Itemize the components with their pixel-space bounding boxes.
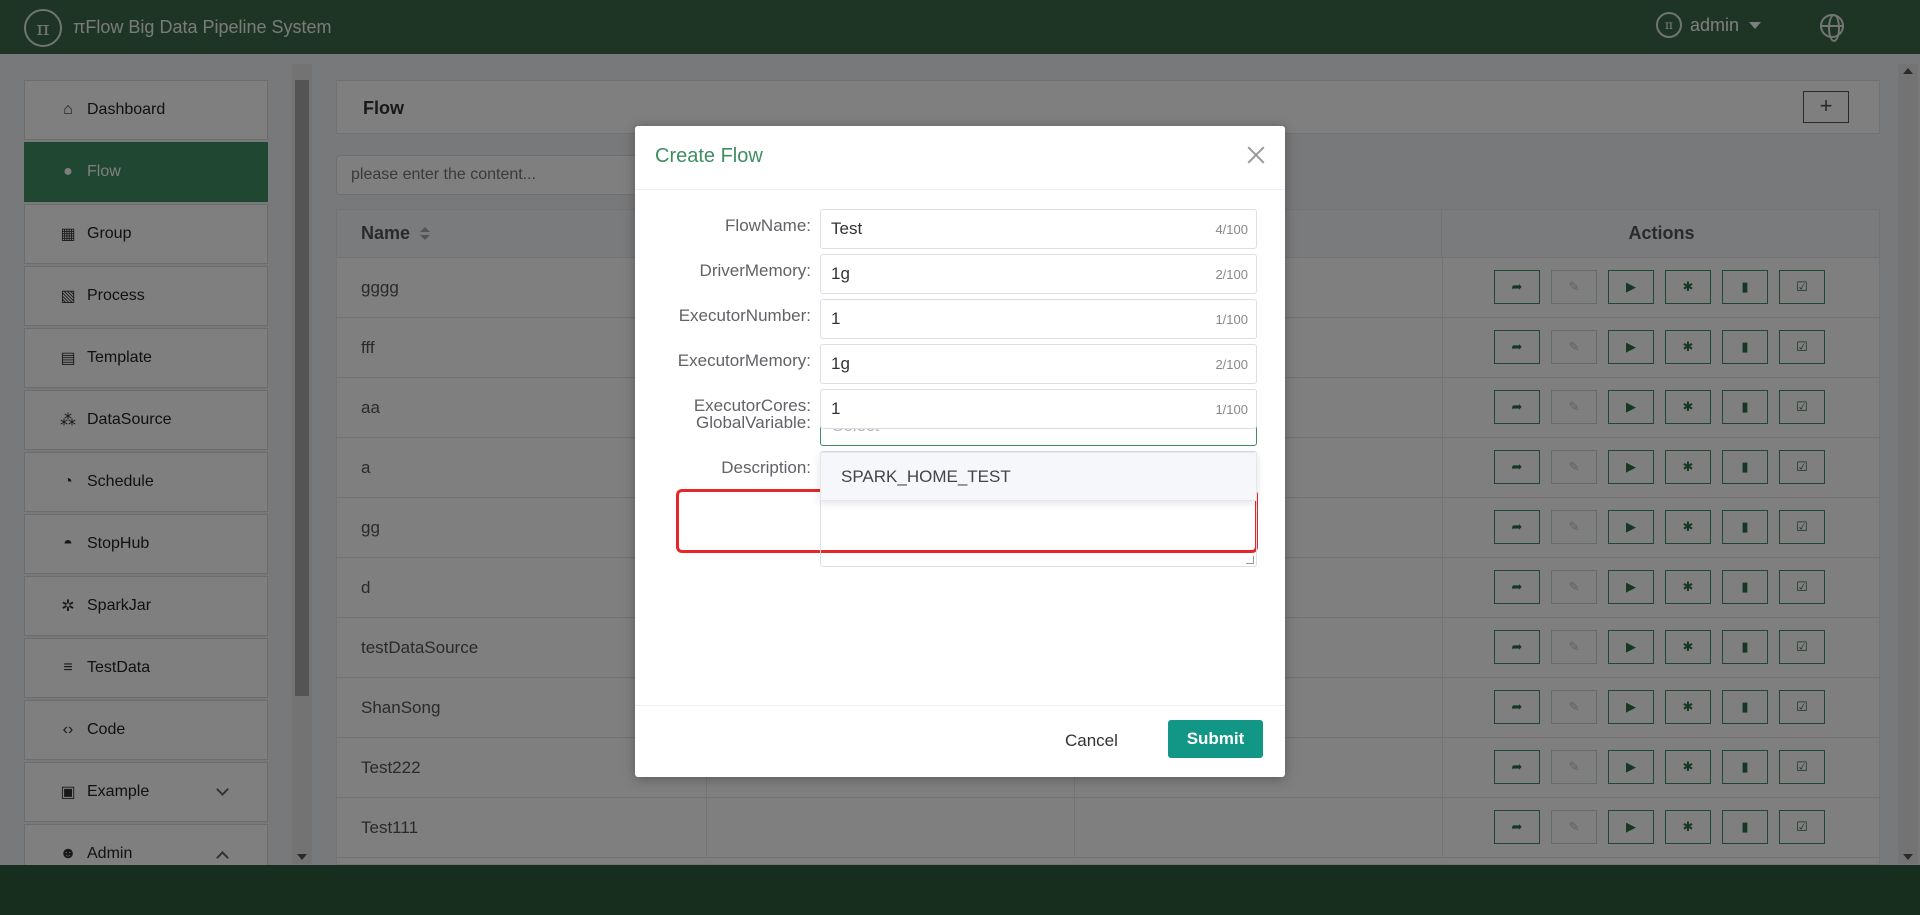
cancel-button[interactable]: Cancel [1065,723,1118,759]
field-value: 1 [831,309,841,328]
flowname-input[interactable]: Test 4/100 [820,209,1257,249]
char-count: 1/100 [1215,402,1248,417]
dialog-footer: Cancel Submit [635,705,1285,777]
dialog-title: Create Flow [655,145,763,167]
dropdown-option[interactable]: SPARK_HOME_TEST [841,467,1011,487]
field-label: ExecutorCores: [693,396,811,415]
close-icon[interactable] [1245,144,1267,166]
executormemory-input[interactable]: 1g 2/100 [820,344,1257,384]
field-value: 1g [831,264,850,283]
global-variable-dropdown: SPARK_HOME_TEST [820,452,1257,501]
description-label: Description: [721,458,811,477]
create-flow-dialog: Create Flow GlobalVariable: Select Descr… [635,126,1285,777]
dialog-header: Create Flow [635,126,1285,190]
field-value: 1g [831,354,850,373]
char-count: 1/100 [1215,312,1248,327]
field-label: ExecutorNumber: [678,306,811,325]
field-value: 1 [831,399,841,418]
field-value: Test [831,219,863,238]
drivermemory-input[interactable]: 1g 2/100 [820,254,1257,294]
field-label: ExecutorMemory: [677,351,811,370]
char-count: 4/100 [1215,222,1248,237]
submit-button[interactable]: Submit [1168,720,1263,758]
char-count: 2/100 [1215,267,1248,282]
field-label: DriverMemory: [699,261,811,280]
executornumber-input[interactable]: 1 1/100 [820,299,1257,339]
global-variable-label: GlobalVariable: [696,413,811,432]
field-label: FlowName: [725,216,811,235]
char-count: 2/100 [1215,357,1248,372]
resize-handle-icon[interactable] [1246,556,1254,564]
executorcores-input[interactable]: 1 1/100 [820,389,1257,429]
